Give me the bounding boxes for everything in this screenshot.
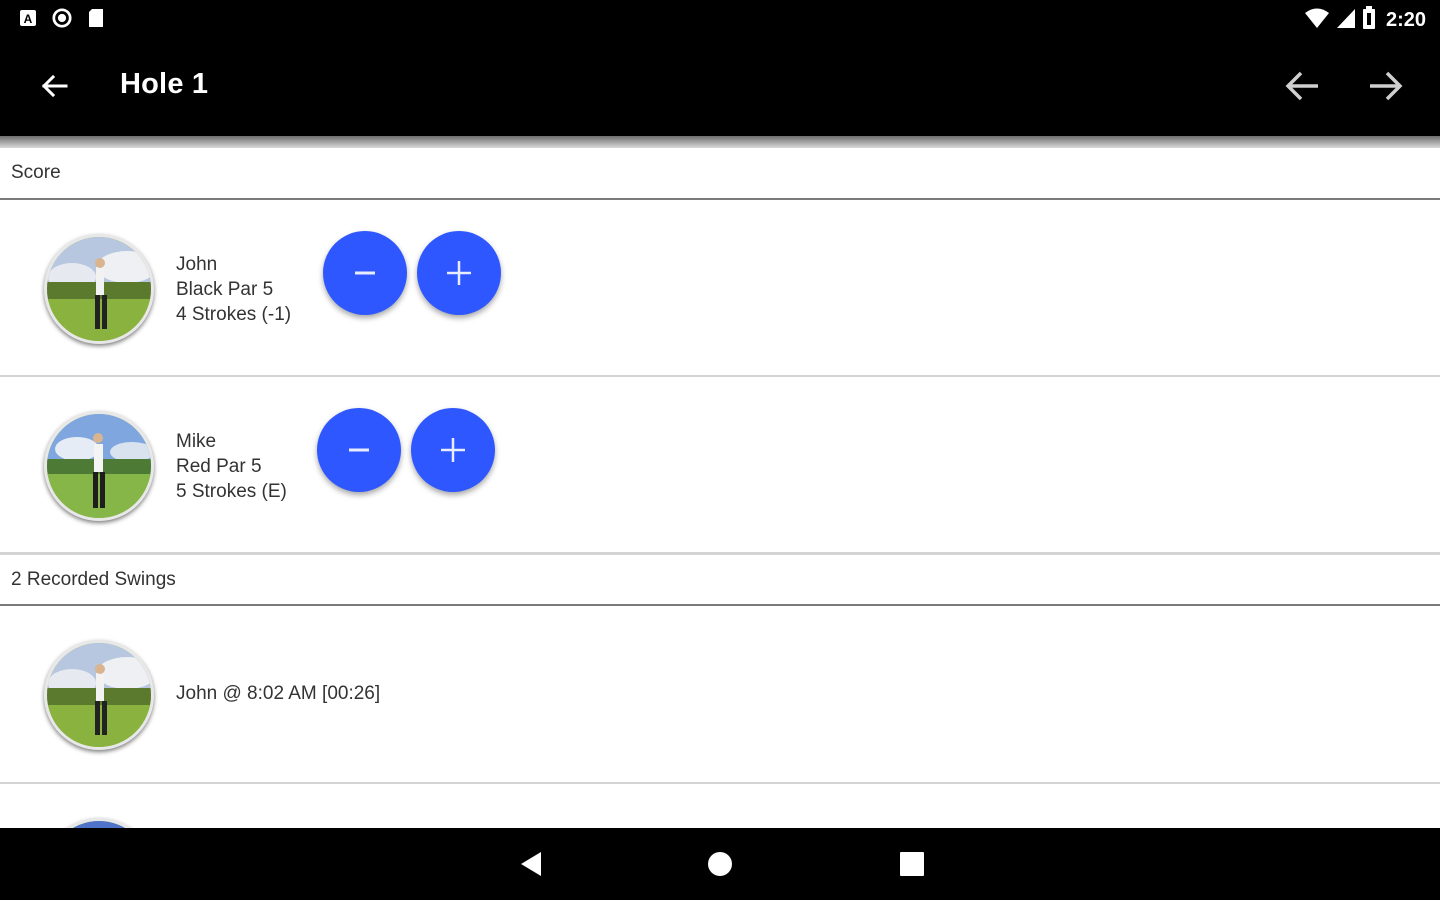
minus-icon bbox=[349, 448, 369, 452]
nav-recents-icon bbox=[900, 852, 924, 876]
decrement-strokes-button[interactable] bbox=[317, 408, 401, 492]
signal-icon bbox=[1336, 7, 1356, 34]
minus-icon bbox=[355, 271, 375, 275]
status-bar: A 2:20 bbox=[0, 0, 1440, 40]
plus-icon bbox=[441, 438, 465, 462]
player-info: John Black Par 5 4 Strokes (-1) bbox=[176, 252, 291, 327]
player-row: John Black Par 5 4 Strokes (-1) bbox=[0, 200, 1440, 377]
system-navigation-bar bbox=[0, 828, 1440, 900]
player-row: Mike Red Par 5 5 Strokes (E) bbox=[0, 377, 1440, 554]
a-notification-icon: A bbox=[18, 8, 38, 28]
player-tee: Black Par 5 bbox=[176, 279, 274, 300]
system-home-button[interactable] bbox=[700, 846, 740, 882]
battery-icon bbox=[1362, 6, 1376, 35]
wifi-icon bbox=[1304, 7, 1330, 34]
nav-home-icon bbox=[708, 852, 732, 876]
score-header-label: Score bbox=[11, 162, 61, 183]
avatar bbox=[44, 411, 154, 521]
score-section-header: Score bbox=[0, 148, 1440, 200]
avatar bbox=[44, 234, 154, 344]
app-bar: Hole 1 bbox=[0, 40, 1440, 136]
player-name: Mike bbox=[176, 431, 217, 452]
next-hole-button[interactable] bbox=[1362, 62, 1410, 110]
status-time: 2:20 bbox=[1385, 9, 1426, 31]
increment-strokes-button[interactable] bbox=[417, 231, 501, 315]
circle-notification-icon bbox=[52, 8, 72, 28]
arrow-right-icon bbox=[1370, 71, 1403, 101]
player-strokes: 4 Strokes (-1) bbox=[176, 304, 292, 325]
arrow-back-icon bbox=[41, 74, 68, 98]
previous-hole-button[interactable] bbox=[1278, 62, 1326, 110]
swing-label: John @ 8:02 AM [00:26] bbox=[176, 683, 381, 704]
player-tee: Red Par 5 bbox=[176, 456, 262, 477]
increment-strokes-button[interactable] bbox=[411, 408, 495, 492]
svg-text:A: A bbox=[24, 12, 33, 26]
decrement-strokes-button[interactable] bbox=[323, 231, 407, 315]
plus-icon bbox=[447, 261, 471, 285]
arrow-left-icon bbox=[1285, 71, 1318, 101]
player-info: Mike Red Par 5 5 Strokes (E) bbox=[176, 429, 287, 504]
swings-section-header: 2 Recorded Swings bbox=[0, 554, 1440, 606]
system-recents-button[interactable] bbox=[892, 846, 932, 882]
system-back-button[interactable] bbox=[510, 846, 550, 882]
player-name: John bbox=[176, 254, 218, 275]
nav-back-icon bbox=[521, 852, 541, 876]
sd-card-icon bbox=[86, 8, 106, 28]
list-item[interactable] bbox=[0, 784, 1440, 830]
list-item[interactable]: John @ 8:02 AM [00:26] bbox=[0, 606, 1440, 784]
app-bar-shadow bbox=[0, 136, 1440, 148]
swings-header-label: 2 Recorded Swings bbox=[11, 569, 176, 590]
player-strokes: 5 Strokes (E) bbox=[176, 481, 287, 502]
back-button[interactable] bbox=[30, 62, 78, 110]
page-title: Hole 1 bbox=[120, 68, 209, 100]
avatar bbox=[44, 640, 154, 750]
